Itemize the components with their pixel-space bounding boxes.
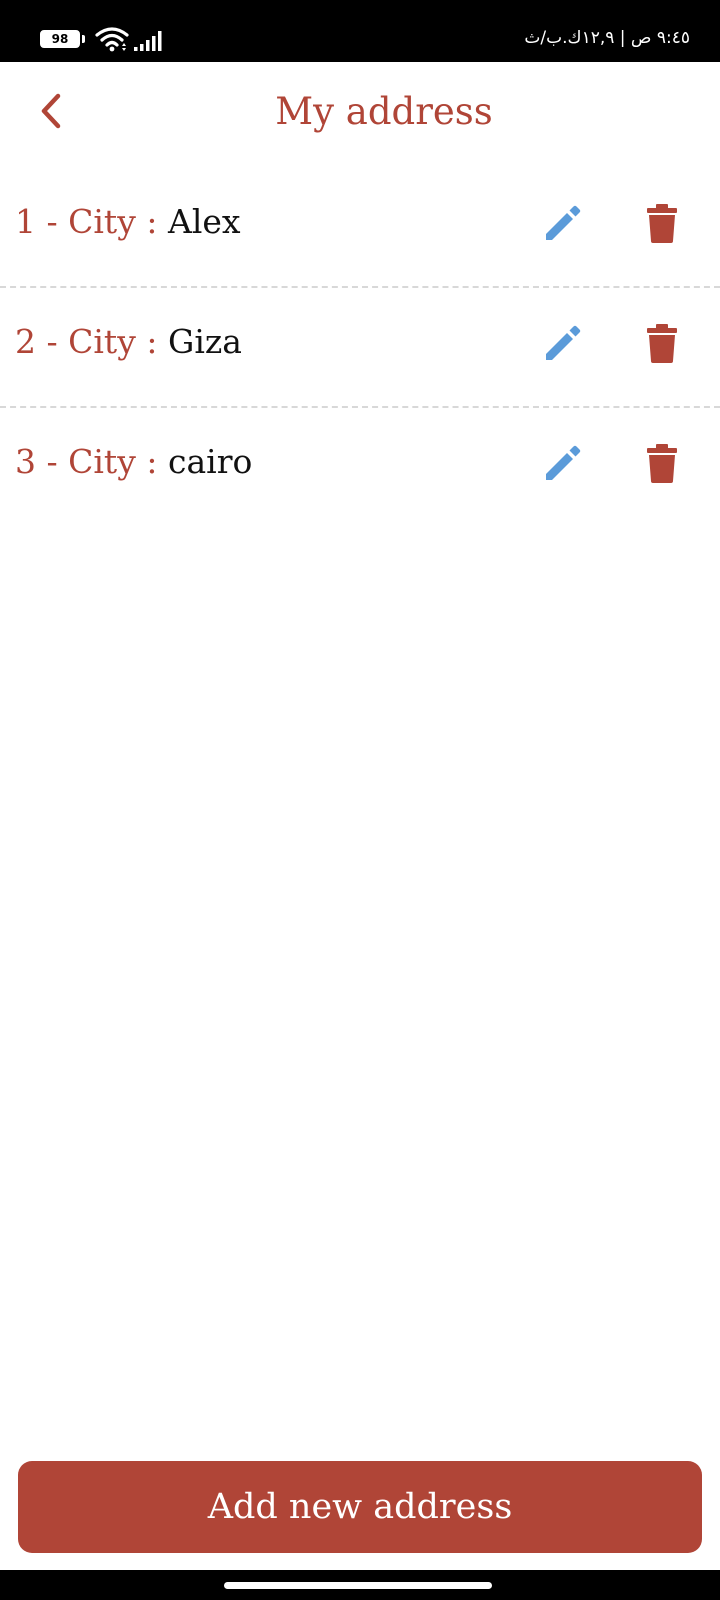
- pencil-icon: [546, 205, 581, 240]
- signal-icon: [134, 31, 162, 51]
- app-header: My address: [0, 62, 720, 168]
- address-label: 3 - City :: [15, 442, 158, 481]
- edit-address-button[interactable]: [540, 440, 586, 486]
- pencil-icon: [546, 445, 581, 480]
- address-city: cairo: [168, 442, 253, 481]
- my-address-screen: 98 ٩:٤٥ ص | ١٢,٩ك.ب/ث My address 1 - Cit…: [0, 0, 720, 1600]
- add-new-address-button[interactable]: Add new address: [18, 1461, 702, 1553]
- trash-icon: [647, 444, 677, 483]
- battery-level: 98: [51, 32, 69, 46]
- status-bar: 98 ٩:٤٥ ص | ١٢,٩ك.ب/ث: [0, 0, 720, 62]
- battery-tip: [82, 35, 85, 43]
- address-label: 2 - City :: [15, 322, 158, 361]
- battery-icon: 98: [40, 30, 80, 48]
- delete-address-button[interactable]: [640, 320, 684, 366]
- address-row: 2 - City : Giza: [0, 288, 720, 408]
- status-time: ٩:٤٥ ص | ١٢,٩ك.ب/ث: [524, 28, 690, 48]
- system-nav-bar: [0, 1570, 720, 1600]
- edit-address-button[interactable]: [540, 200, 586, 246]
- wifi-icon: [95, 27, 129, 52]
- address-city: Giza: [168, 322, 242, 361]
- page-title: My address: [275, 90, 493, 133]
- address-row: 3 - City : cairo: [0, 408, 720, 528]
- edit-address-button[interactable]: [540, 320, 586, 366]
- delete-address-button[interactable]: [640, 200, 684, 246]
- trash-icon: [647, 324, 677, 363]
- trash-icon: [647, 204, 677, 243]
- home-indicator[interactable]: [224, 1582, 492, 1589]
- address-row: 1 - City : Alex: [0, 168, 720, 288]
- pencil-icon: [546, 325, 581, 360]
- address-city: Alex: [168, 202, 241, 241]
- address-list: 1 - City : Alex 2 - City : Giza 3 - City…: [0, 168, 720, 528]
- delete-address-button[interactable]: [640, 440, 684, 486]
- address-label: 1 - City :: [15, 202, 158, 241]
